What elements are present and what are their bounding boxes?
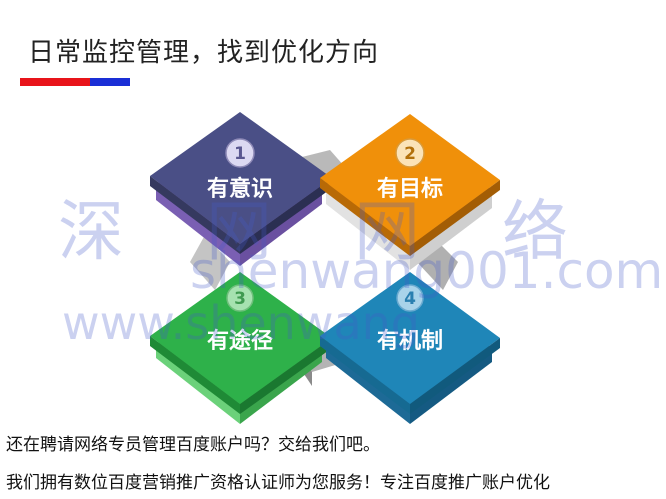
card-2-number: 2 [404,144,416,164]
footer-line-1: 还在聘请网络专员管理百度账户吗？交给我们吧。 [6,435,380,455]
watermark-url: www.shenwang [62,296,421,350]
watermark-domain: shenwang001.com [190,242,664,300]
card-1-number: 1 [234,144,246,164]
footer-line-2: 我们拥有数位百度营销推广资格认证师为您服务！专注百度推广账户优化 [6,473,550,493]
